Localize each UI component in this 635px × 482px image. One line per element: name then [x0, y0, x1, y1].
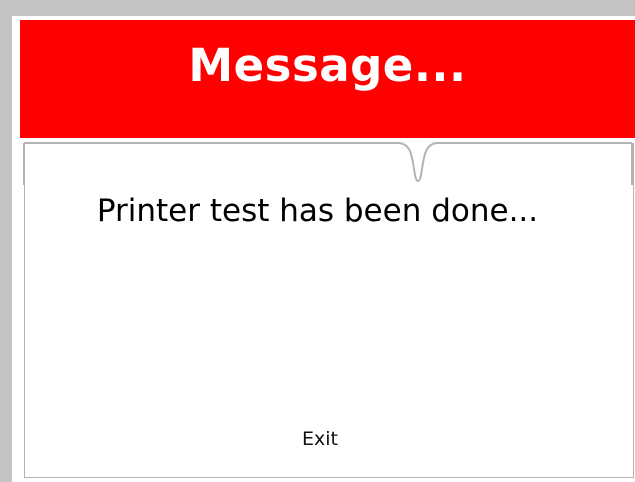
message-dialog: Message... [12, 16, 635, 482]
message-text: Printer test has been done... [96, 193, 539, 229]
speech-bubble-pointer [23, 142, 633, 185]
window-left-strip [0, 0, 12, 482]
dialog-title: Message... [188, 39, 467, 92]
dialog-header: Message... [20, 20, 635, 138]
exit-button[interactable]: Exit [280, 425, 360, 453]
